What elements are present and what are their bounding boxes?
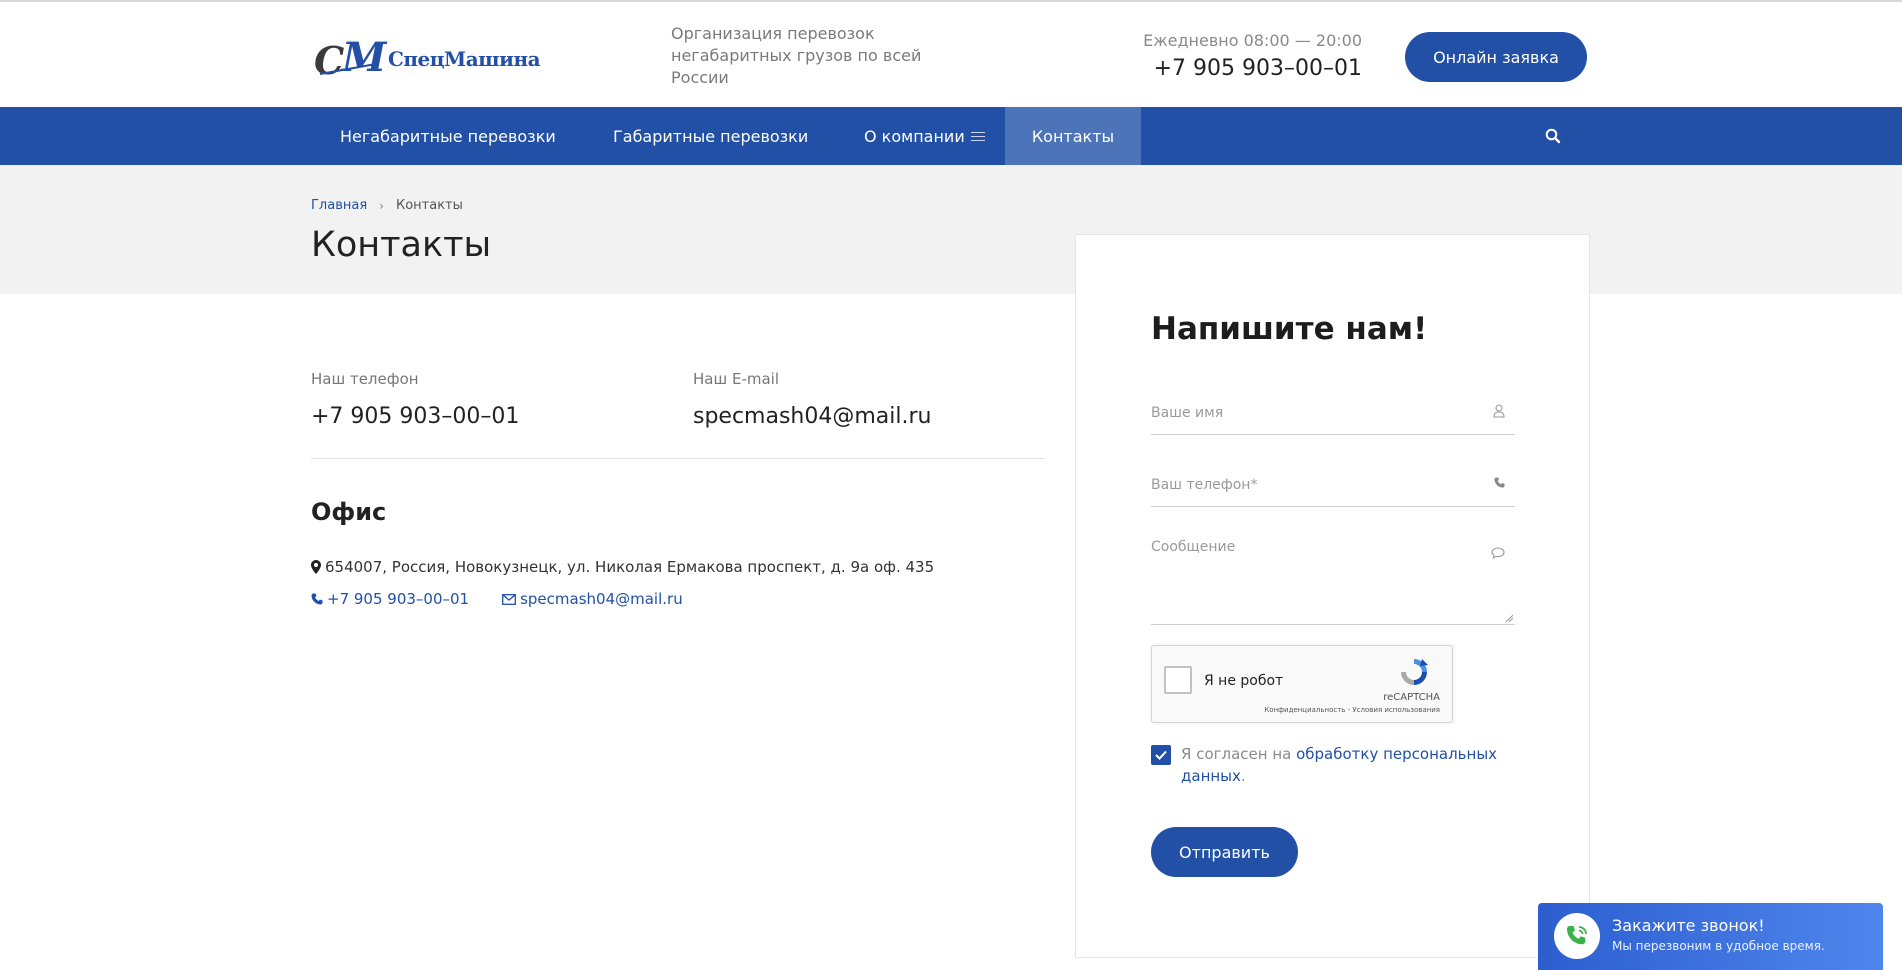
breadcrumb-current: Контакты (395, 198, 463, 213)
site-header: С М СпецМашина Организация перевозок нег… (0, 0, 1902, 107)
logo-text: СпецМашина (388, 47, 541, 71)
phone-icon (1494, 477, 1505, 488)
resize-grip-icon[interactable] (1505, 614, 1513, 622)
phone-input[interactable] (1151, 467, 1515, 503)
office-address-text: 654007, Россия, Новокузнецк, ул. Николая… (325, 558, 935, 576)
callback-widget[interactable]: Закажите звонок! Мы перезвоним в удобное… (1538, 903, 1883, 970)
logo-mark: С М (314, 34, 387, 83)
contacts-divider (311, 458, 1045, 459)
page-header-band (0, 165, 1902, 294)
office-email-link[interactable]: specmash04@mail.ru (502, 590, 683, 608)
chat-bubble-icon (1491, 547, 1505, 559)
search-icon[interactable] (1544, 127, 1562, 145)
name-input[interactable] (1151, 395, 1515, 431)
email-label: Наш E-mail (693, 370, 779, 388)
name-field[interactable] (1151, 395, 1515, 435)
breadcrumb-separator-icon: › (379, 198, 384, 213)
message-textarea[interactable] (1151, 539, 1515, 621)
callback-title: Закажите звонок! (1612, 916, 1765, 935)
main-nav: Негабаритные перевозки Габаритные перево… (0, 107, 1902, 165)
office-title: Офис (311, 498, 387, 526)
envelope-icon (502, 593, 517, 605)
map-marker-icon (311, 560, 321, 574)
office-contact-links: +7 905 903–00–01 specmash04@mail.ru (311, 590, 683, 608)
menu-lines-icon (970, 129, 985, 144)
recaptcha-terms[interactable]: Конфиденциальность - Условия использован… (1264, 706, 1440, 714)
consent-row: Я согласен на обработку персональных дан… (1151, 743, 1521, 787)
email-value[interactable]: specmash04@mail.ru (693, 404, 932, 429)
consent-text: Я согласен на обработку персональных дан… (1181, 745, 1498, 785)
recaptcha-logo-icon (1401, 659, 1428, 685)
online-request-button[interactable]: Онлайн заявка (1405, 32, 1587, 82)
breadcrumb: Главная › Контакты (311, 198, 463, 213)
checkmark-icon (1155, 750, 1167, 760)
message-field[interactable] (1151, 539, 1515, 625)
phone-icon (311, 593, 323, 605)
phone-ringing-icon (1567, 926, 1587, 945)
nav-item-about[interactable]: О компании (864, 107, 985, 165)
callback-subtitle: Мы перезвоним в удобное время. (1612, 939, 1825, 953)
office-address: 654007, Россия, Новокузнецк, ул. Николая… (311, 558, 934, 576)
header-tagline: Организация перевозок негабаритных грузо… (671, 24, 922, 87)
logo-swoosh-icon (319, 63, 377, 75)
recaptcha-brand: reCAPTCHA (1383, 692, 1440, 703)
recaptcha-widget: Я не робот reCAPTCHA Конфиденциальность … (1151, 645, 1453, 723)
working-hours: Ежедневно 08:00 — 20:00 (1143, 31, 1362, 50)
phone-field[interactable] (1151, 467, 1515, 507)
breadcrumb-home[interactable]: Главная (311, 198, 367, 213)
recaptcha-label: Я не робот (1204, 673, 1284, 689)
site-logo[interactable]: С М СпецМашина (314, 30, 544, 83)
nav-item-oversized[interactable]: Негабаритные перевозки (340, 107, 556, 165)
nav-item-standard[interactable]: Габаритные перевозки (613, 107, 808, 165)
contact-form-card: Напишите нам! Я не робот re (1075, 234, 1590, 958)
callback-icon-circle (1554, 913, 1600, 959)
page-title: Контакты (311, 225, 492, 265)
user-icon (1493, 404, 1505, 418)
phone-label: Наш телефон (311, 370, 419, 388)
office-phone-link[interactable]: +7 905 903–00–01 (311, 590, 469, 608)
consent-checkbox[interactable] (1151, 745, 1171, 765)
phone-value[interactable]: +7 905 903–00–01 (311, 404, 519, 429)
form-title: Напишите нам! (1151, 311, 1428, 347)
recaptcha-checkbox[interactable] (1164, 666, 1192, 694)
submit-button[interactable]: Отправить (1151, 827, 1298, 877)
header-phone[interactable]: +7 905 903–00–01 (1100, 56, 1362, 81)
nav-item-contacts[interactable]: Контакты (1005, 107, 1141, 165)
